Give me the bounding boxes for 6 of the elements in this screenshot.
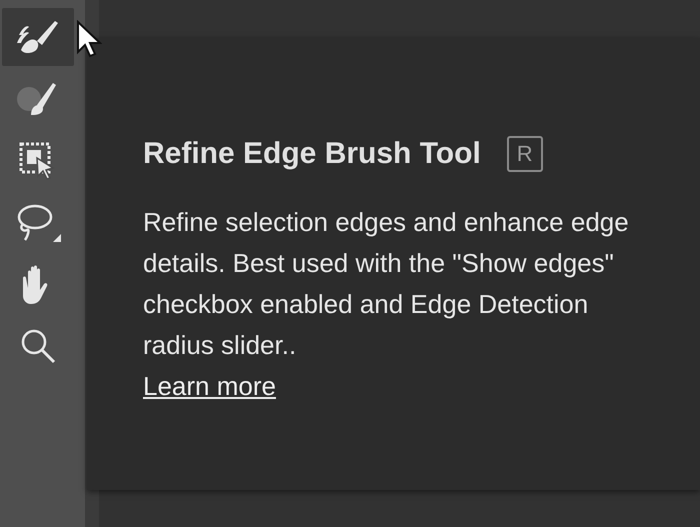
learn-more-link[interactable]: Learn more [143, 371, 276, 401]
tooltip-description: Refine selection edges and enhance edge details. Best used with the "Show edges" checkbox enabled and Edge Detection radius slider.. [143, 206, 630, 362]
shortcut-key: R [506, 136, 543, 172]
pointer-icon [76, 20, 102, 60]
tooltip-title: Refine Edge Brush Tool [143, 137, 481, 171]
tool-button[interactable] [2, 8, 74, 66]
